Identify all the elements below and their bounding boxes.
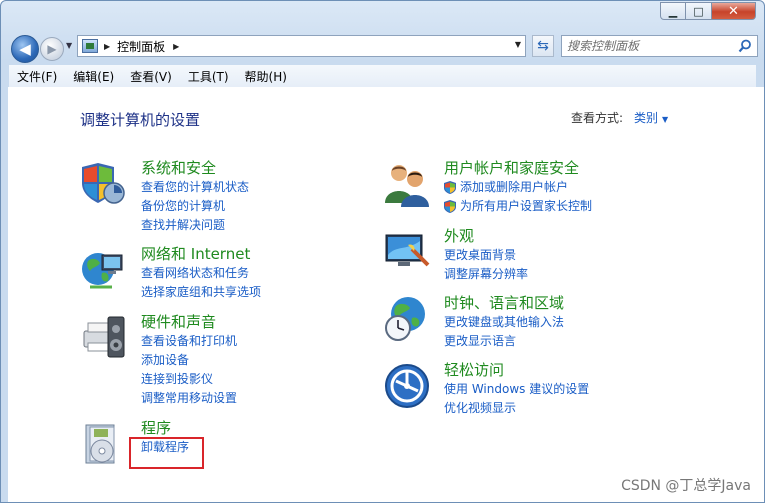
uac-shield-icon	[444, 181, 456, 194]
menu-edit[interactable]: 编辑(E)	[65, 68, 122, 85]
history-dropdown-icon[interactable]: ▼	[66, 41, 72, 50]
back-button[interactable]: ◀	[11, 35, 39, 63]
category-system-security: 系统和安全 查看您的计算机状态 备份您的计算机 查找并解决问题	[141, 159, 249, 235]
category-hardware-sound: 硬件和声音 查看设备和打印机 添加设备 连接到投影仪 调整常用移动设置	[141, 313, 237, 408]
task-link[interactable]: 查看您的计算机状态	[141, 178, 249, 197]
category-title[interactable]: 轻松访问	[444, 361, 589, 380]
user-accounts-icon[interactable]	[382, 159, 432, 209]
menu-tools[interactable]: 工具(T)	[180, 68, 237, 85]
task-link[interactable]: 优化视频显示	[444, 399, 589, 418]
category-user-accounts: 用户帐户和家庭安全 添加或删除用户帐户 为所有用户设置家长控制	[444, 159, 592, 216]
search-icon[interactable]	[738, 39, 752, 53]
task-link[interactable]: 添加或删除用户帐户	[444, 178, 592, 197]
menu-file[interactable]: 文件(F)	[9, 68, 65, 85]
category-title[interactable]: 网络和 Internet	[141, 245, 261, 264]
address-bar[interactable]: ▶ 控制面板 ▶ ▼	[77, 35, 526, 57]
task-link[interactable]: 调整屏幕分辨率	[444, 265, 528, 284]
caption-buttons: ▁ □ ✕	[660, 2, 756, 20]
category-network-internet: 网络和 Internet 查看网络状态和任务 选择家庭组和共享选项	[141, 245, 261, 302]
breadcrumb-control-panel[interactable]: 控制面板	[117, 38, 165, 55]
category-title[interactable]: 用户帐户和家庭安全	[444, 159, 592, 178]
category-title[interactable]: 外观	[444, 227, 528, 246]
clock-language-icon[interactable]	[382, 294, 432, 344]
minimize-button[interactable]: ▁	[660, 2, 686, 20]
category-title[interactable]: 程序	[141, 419, 189, 438]
category-appearance: 外观 更改桌面背景 调整屏幕分辨率	[444, 227, 528, 284]
uac-shield-icon	[444, 200, 456, 213]
programs-icon[interactable]	[78, 419, 128, 469]
menu-view[interactable]: 查看(V)	[122, 68, 180, 85]
task-link[interactable]: 查看设备和打印机	[141, 332, 237, 351]
forward-button[interactable]: ▶	[40, 37, 64, 61]
task-link[interactable]: 查找并解决问题	[141, 216, 249, 235]
category-title[interactable]: 系统和安全	[141, 159, 249, 178]
hardware-sound-icon[interactable]	[78, 313, 128, 363]
appearance-icon[interactable]	[382, 227, 432, 277]
menu-bar: 文件(F) 编辑(E) 查看(V) 工具(T) 帮助(H)	[9, 65, 756, 88]
view-by-dropdown[interactable]: 类别 ▼	[634, 109, 668, 126]
highlight-box	[129, 437, 204, 469]
menu-help[interactable]: 帮助(H)	[237, 68, 295, 85]
category-title[interactable]: 硬件和声音	[141, 313, 237, 332]
watermark: CSDN @丁总学Java	[621, 478, 751, 494]
breadcrumb-separator-icon[interactable]: ▶	[104, 42, 110, 51]
back-arrow-icon: ◀	[19, 40, 31, 58]
category-clock-language: 时钟、语言和区域 更改键盘或其他输入法 更改显示语言	[444, 294, 564, 351]
task-link[interactable]: 查看网络状态和任务	[141, 264, 261, 283]
search-box[interactable]	[561, 35, 758, 57]
ease-of-access-icon[interactable]	[382, 361, 432, 411]
system-security-icon[interactable]	[78, 159, 128, 209]
task-link[interactable]: 更改键盘或其他输入法	[444, 313, 564, 332]
network-icon[interactable]	[78, 245, 128, 295]
task-link[interactable]: 选择家庭组和共享选项	[141, 283, 261, 302]
task-link[interactable]: 更改显示语言	[444, 332, 564, 351]
control-panel-icon	[82, 39, 98, 53]
task-link[interactable]: 备份您的计算机	[141, 197, 249, 216]
breadcrumb-separator-icon[interactable]: ▶	[173, 42, 179, 51]
task-link[interactable]: 更改桌面背景	[444, 246, 528, 265]
category-title[interactable]: 时钟、语言和区域	[444, 294, 564, 313]
task-link[interactable]: 添加设备	[141, 351, 237, 370]
view-by-label: 查看方式:	[571, 111, 624, 125]
task-link[interactable]: 为所有用户设置家长控制	[444, 197, 592, 216]
chevron-down-icon: ▼	[662, 115, 669, 124]
refresh-icon: ⇆	[537, 38, 549, 54]
search-input[interactable]	[567, 38, 727, 54]
maximize-button[interactable]: □	[686, 2, 712, 20]
page-title: 调整计算机的设置	[80, 111, 201, 129]
close-button[interactable]: ✕	[712, 2, 756, 20]
task-link[interactable]: 使用 Windows 建议的设置	[444, 380, 589, 399]
forward-arrow-icon: ▶	[47, 42, 57, 56]
task-link[interactable]: 连接到投影仪	[141, 370, 237, 389]
content-area: 调整计算机的设置 查看方式: 类别 ▼ 系统和安全 查看您的计算机状态 备份您的计…	[8, 87, 764, 502]
navigation-bar: ◀ ▶ ▼ ▶ 控制面板 ▶ ▼ ⇆	[9, 33, 758, 63]
task-link[interactable]: 调整常用移动设置	[141, 389, 237, 408]
address-dropdown-icon[interactable]: ▼	[515, 40, 521, 49]
category-ease-of-access: 轻松访问 使用 Windows 建议的设置 优化视频显示	[444, 361, 589, 418]
refresh-button[interactable]: ⇆	[532, 35, 554, 57]
